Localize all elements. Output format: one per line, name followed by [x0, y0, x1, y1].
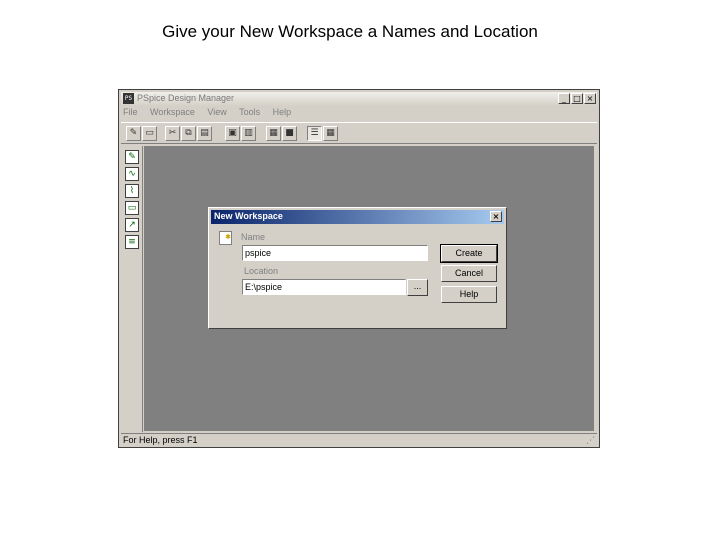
tools-toolbar: ✎ ∿ ⌇ ▭ ↗ ≡	[121, 146, 143, 432]
cancel-button[interactable]: Cancel	[441, 265, 497, 282]
menu-workspace[interactable]: Workspace	[150, 107, 195, 117]
location-input[interactable]: E:\pspice	[242, 279, 406, 295]
location-label: Location	[244, 266, 279, 276]
view-details-icon[interactable]: ▦	[323, 126, 338, 141]
menu-file[interactable]: File	[123, 107, 138, 117]
browse-button[interactable]: ...	[407, 279, 428, 296]
probe-tool-icon[interactable]: ⌇	[125, 184, 139, 198]
properties-icon[interactable]: ▣	[225, 126, 240, 141]
stimulus-tool-icon[interactable]: ▭	[125, 201, 139, 215]
dialog-close-button[interactable]: ×	[490, 211, 502, 222]
new-document-icon: ✱	[219, 231, 232, 245]
resize-grip-icon[interactable]: ⋰	[586, 436, 595, 446]
optimizer-tool-icon[interactable]: ≡	[125, 235, 139, 249]
minimize-button[interactable]: _	[558, 93, 570, 104]
cut-icon[interactable]: ✂	[165, 126, 180, 141]
paste-icon[interactable]: ▤	[197, 126, 212, 141]
title-bar: PS PSpice Design Manager _ □ ×	[121, 92, 597, 106]
maximize-button[interactable]: □	[571, 93, 583, 104]
window-title: PSpice Design Manager	[137, 93, 235, 103]
help-button[interactable]: Help	[441, 286, 497, 303]
open-icon[interactable]: ▭	[142, 126, 157, 141]
dialog-title-bar: New Workspace ×	[211, 210, 504, 224]
menu-view[interactable]: View	[207, 107, 226, 117]
main-toolbar: ✎ ▭ ✂ ⧉ ▤ ▣ ▥ ▦ ■ ☰ ▦	[121, 122, 597, 144]
name-label: Name	[241, 232, 266, 242]
app-icon: PS	[123, 93, 134, 104]
parts-tool-icon[interactable]: ↗	[125, 218, 139, 232]
new-icon[interactable]: ✎	[126, 126, 141, 141]
dialog-title: New Workspace	[214, 211, 283, 221]
menu-help[interactable]: Help	[273, 107, 292, 117]
name-input[interactable]: pspice	[242, 245, 428, 261]
menu-bar: File Workspace View Tools Help	[123, 107, 301, 120]
schematics-tool-icon[interactable]: ✎	[125, 150, 139, 164]
slide-title: Give your New Workspace a Names and Loca…	[162, 22, 538, 41]
cut-files-icon[interactable]: ▦	[266, 126, 281, 141]
new-workspace-dialog: New Workspace × ✱ Name pspice Location E…	[208, 207, 507, 329]
pspice-tool-icon[interactable]: ∿	[125, 167, 139, 181]
status-text: For Help, press F1	[123, 435, 198, 445]
status-bar: For Help, press F1 ⋰	[121, 433, 597, 447]
rename-icon[interactable]: ▥	[241, 126, 256, 141]
menu-tools[interactable]: Tools	[239, 107, 260, 117]
close-button[interactable]: ×	[584, 93, 596, 104]
paste-files-icon[interactable]: ■	[282, 126, 297, 141]
view-list-icon[interactable]: ☰	[307, 126, 322, 141]
copy-icon[interactable]: ⧉	[181, 126, 196, 141]
create-button[interactable]: Create	[440, 244, 498, 263]
